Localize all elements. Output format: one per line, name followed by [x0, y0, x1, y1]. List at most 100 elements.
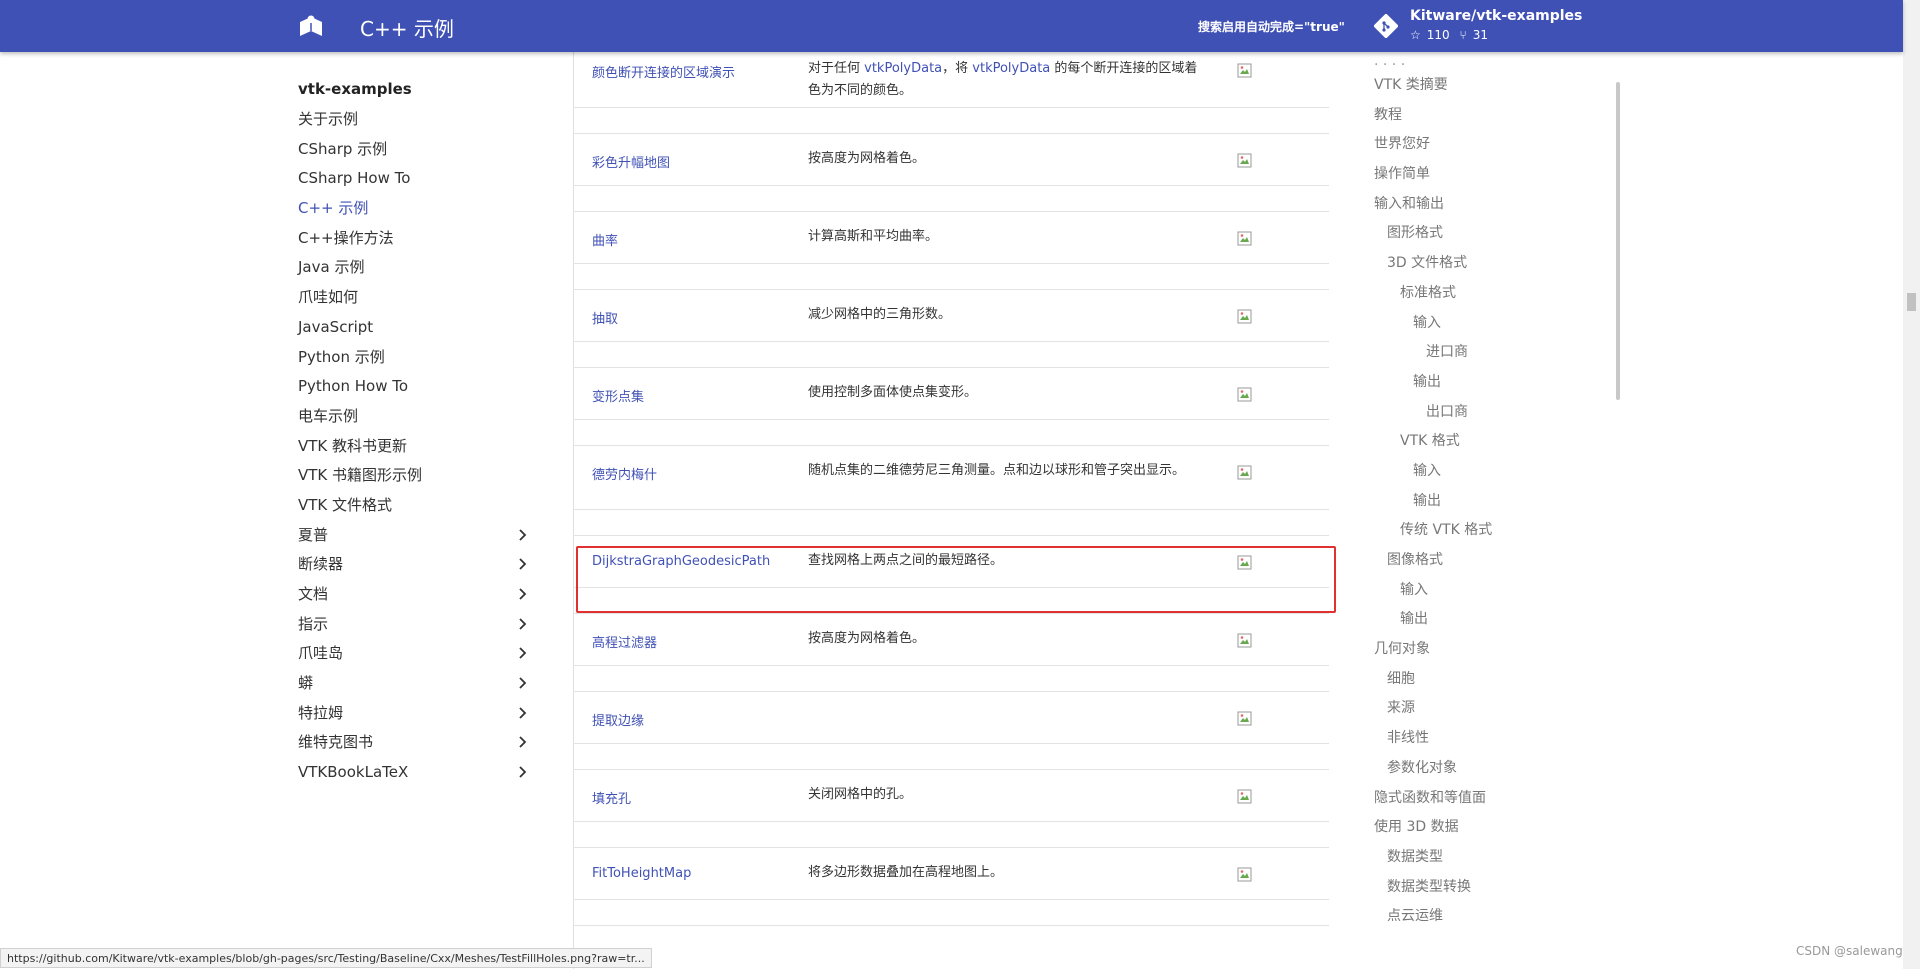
- nav-title[interactable]: vtk-examples: [298, 78, 530, 108]
- row-spacer: [574, 666, 1329, 692]
- nav-item-label: 维特克图书: [298, 733, 374, 752]
- page-scrollbar[interactable]: [1903, 0, 1920, 969]
- chevron-right-icon[interactable]: [514, 675, 530, 691]
- broken-image-icon[interactable]: [1237, 153, 1252, 168]
- broken-image-icon[interactable]: [1237, 231, 1252, 246]
- toc-item[interactable]: 教程: [1374, 104, 1614, 134]
- broken-image-icon[interactable]: [1237, 633, 1252, 648]
- example-link[interactable]: 曲率: [592, 230, 618, 249]
- nav-item[interactable]: 关于示例: [298, 108, 530, 138]
- broken-image-icon[interactable]: [1237, 387, 1252, 402]
- toc-item[interactable]: 输入: [1374, 579, 1614, 609]
- example-link[interactable]: 提取边缘: [592, 710, 644, 729]
- nav-item[interactable]: C++操作方法: [298, 227, 530, 257]
- nav-item[interactable]: VTKBookLaTeX: [298, 761, 530, 791]
- nav-item[interactable]: VTK 教科书更新: [298, 435, 530, 465]
- example-link[interactable]: 变形点集: [592, 386, 644, 405]
- toc-item[interactable]: VTK 类摘要: [1374, 74, 1614, 104]
- example-link[interactable]: 彩色升幅地图: [592, 152, 670, 171]
- nav-item-label: C++操作方法: [298, 228, 394, 247]
- toc-item[interactable]: 输出: [1374, 608, 1614, 638]
- search-placeholder-text[interactable]: 搜索启用自动完成="true": [1198, 18, 1345, 35]
- broken-image-icon[interactable]: [1237, 789, 1252, 804]
- toc-item[interactable]: 点云运维: [1374, 905, 1614, 935]
- description-text: 按高度为网格着色。: [808, 631, 926, 646]
- toc-item[interactable]: 输出: [1374, 371, 1614, 401]
- nav-item[interactable]: Python How To: [298, 375, 530, 405]
- toc-item[interactable]: 3D 文件格式: [1374, 252, 1614, 282]
- chevron-right-icon[interactable]: [514, 527, 530, 543]
- nav-item[interactable]: VTK 文件格式: [298, 494, 530, 524]
- example-description: 关闭网格中的孔。: [808, 784, 1208, 806]
- nav-item[interactable]: 电车示例: [298, 405, 530, 435]
- chevron-right-icon[interactable]: [514, 616, 530, 632]
- page-scrollbar-thumb[interactable]: [1907, 293, 1916, 311]
- toc-scrollbar[interactable]: [1616, 82, 1620, 400]
- example-link[interactable]: 颜色断开连接的区域演示: [592, 62, 735, 81]
- nav-item[interactable]: 维特克图书: [298, 731, 530, 761]
- broken-image-icon[interactable]: [1237, 63, 1252, 78]
- toc-item[interactable]: 来源: [1374, 697, 1614, 727]
- nav-item[interactable]: 夏普: [298, 524, 530, 554]
- toc-item[interactable]: 操作简单: [1374, 163, 1614, 193]
- nav-item[interactable]: JavaScript: [298, 316, 530, 346]
- chevron-right-icon[interactable]: [514, 645, 530, 661]
- toc-item[interactable]: 隐式函数和等值面: [1374, 787, 1614, 817]
- toc-item[interactable]: 参数化对象: [1374, 757, 1614, 787]
- example-link[interactable]: 抽取: [592, 308, 618, 327]
- fork-count: 31: [1472, 28, 1488, 42]
- chevron-right-icon[interactable]: [514, 705, 530, 721]
- toc-item[interactable]: 传统 VTK 格式: [1374, 519, 1614, 549]
- chevron-right-icon[interactable]: [514, 586, 530, 602]
- example-link[interactable]: 德劳内梅什: [592, 464, 657, 483]
- class-link[interactable]: vtkPolyData: [972, 61, 1050, 76]
- toc-item[interactable]: 使用 3D 数据: [1374, 816, 1614, 846]
- toc-item[interactable]: 数据类型: [1374, 846, 1614, 876]
- nav-item[interactable]: CSharp How To: [298, 167, 530, 197]
- example-link[interactable]: FitToHeightMap: [592, 866, 691, 881]
- nav-item[interactable]: VTK 书籍图形示例: [298, 464, 530, 494]
- nav-item[interactable]: 爪哇岛: [298, 642, 530, 672]
- chevron-right-icon[interactable]: [514, 734, 530, 750]
- toc-item[interactable]: 非线性: [1374, 727, 1614, 757]
- toc-item[interactable]: 输入: [1374, 312, 1614, 342]
- nav-item[interactable]: C++ 示例: [298, 197, 530, 227]
- nav-item[interactable]: 特拉姆: [298, 702, 530, 732]
- chevron-right-icon[interactable]: [514, 556, 530, 572]
- nav-item[interactable]: 断续器: [298, 553, 530, 583]
- nav-item-label: C++ 示例: [298, 199, 369, 218]
- toc-item[interactable]: 输入和输出: [1374, 193, 1614, 223]
- book-logo-icon[interactable]: [298, 14, 324, 38]
- toc-item[interactable]: 输入: [1374, 460, 1614, 490]
- site-title[interactable]: C++ 示例: [360, 13, 454, 42]
- toc-item[interactable]: 数据类型转换: [1374, 876, 1614, 906]
- toc-item[interactable]: 进口商: [1374, 341, 1614, 371]
- example-link[interactable]: 填充孔: [592, 788, 631, 807]
- toc-item[interactable]: 输出: [1374, 490, 1614, 520]
- nav-item[interactable]: 爪哇如何: [298, 286, 530, 316]
- nav-item[interactable]: 文档: [298, 583, 530, 613]
- toc-item[interactable]: 出口商: [1374, 401, 1614, 431]
- nav-item[interactable]: CSharp 示例: [298, 138, 530, 168]
- chevron-right-icon[interactable]: [514, 764, 530, 780]
- class-link[interactable]: vtkPolyData: [864, 61, 942, 76]
- nav-item[interactable]: Python 示例: [298, 346, 530, 376]
- nav-item[interactable]: 指示: [298, 613, 530, 643]
- toc-item[interactable]: 世界您好: [1374, 133, 1614, 163]
- description-text: 对于任何: [808, 61, 865, 76]
- toc-item[interactable]: 图像格式: [1374, 549, 1614, 579]
- nav-item-label: Python 示例: [298, 347, 385, 366]
- nav-item[interactable]: 蟒: [298, 672, 530, 702]
- broken-image-icon[interactable]: [1237, 465, 1252, 480]
- toc-item[interactable]: VTK 格式: [1374, 430, 1614, 460]
- toc-item[interactable]: 几何对象: [1374, 638, 1614, 668]
- example-link[interactable]: 高程过滤器: [592, 632, 657, 651]
- nav-item-label: 蟒: [298, 674, 314, 693]
- broken-image-icon[interactable]: [1237, 309, 1252, 324]
- toc-item[interactable]: 图形格式: [1374, 222, 1614, 252]
- nav-item[interactable]: Java 示例: [298, 256, 530, 286]
- toc-item[interactable]: 标准格式: [1374, 282, 1614, 312]
- toc-item[interactable]: 细胞: [1374, 668, 1614, 698]
- broken-image-icon[interactable]: [1237, 867, 1252, 882]
- broken-image-icon[interactable]: [1237, 711, 1252, 726]
